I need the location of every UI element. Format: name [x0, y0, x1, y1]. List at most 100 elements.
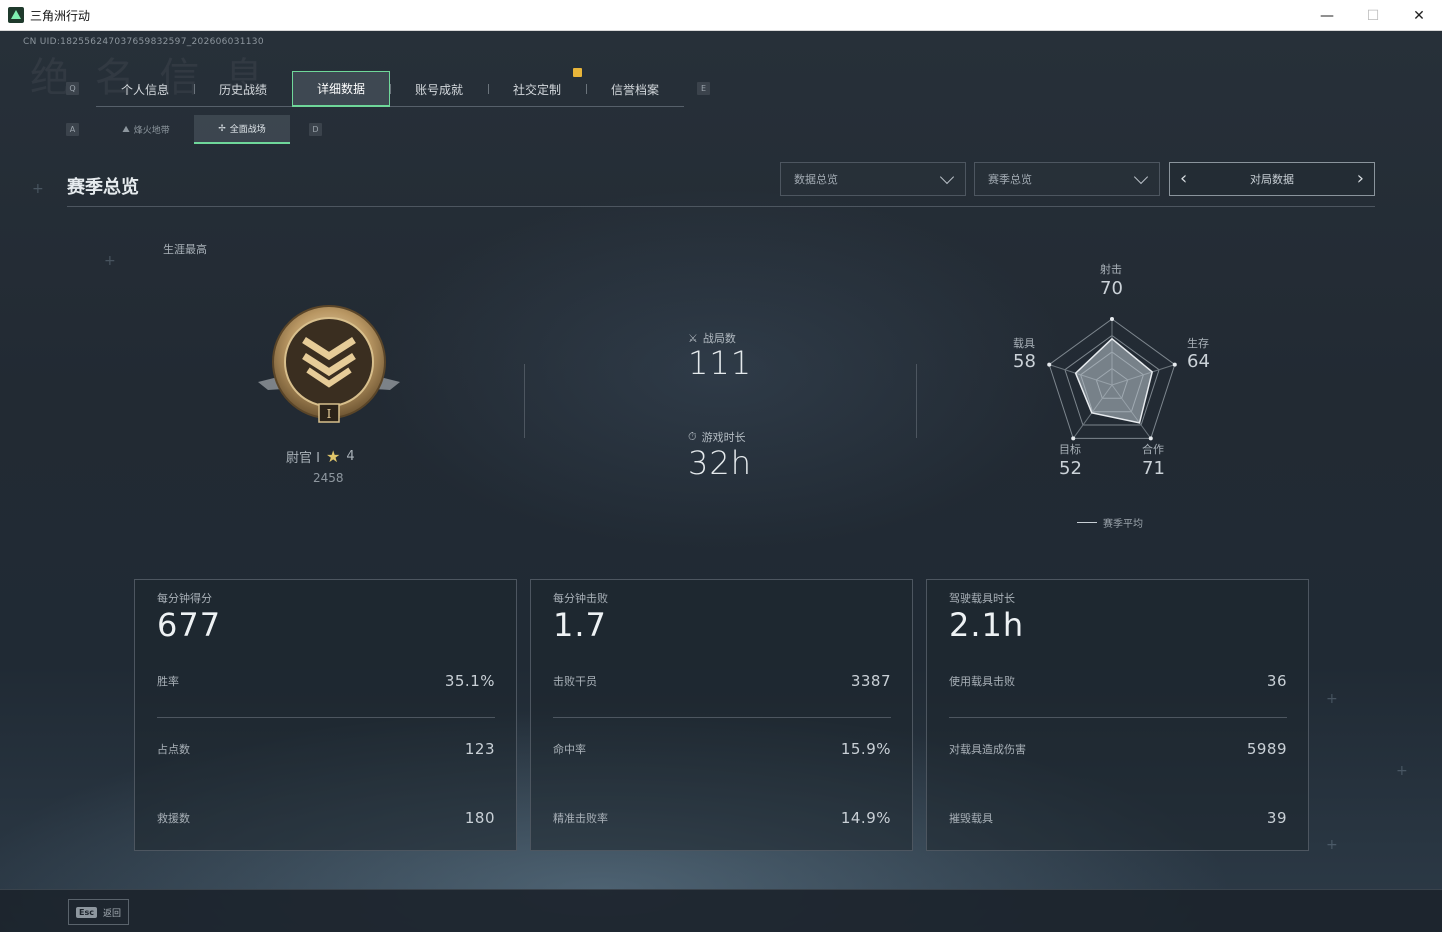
subtab-hazard-zone[interactable]: ⛰ 烽火地带: [98, 115, 194, 144]
chevron-down-icon: [939, 169, 955, 184]
radar-value-objective: 52: [1059, 458, 1082, 479]
radar-axis-dot: [1148, 436, 1153, 441]
kill-stats-card: 每分钟击败 1.7 击败干员 3387 命中率 15.9% 精准击败率 14.9%: [530, 579, 913, 851]
row-value: 3387: [850, 672, 891, 690]
radar-value-shooting: 70: [1100, 278, 1123, 299]
card-title: 每分钟击败: [553, 592, 608, 605]
crosshair-decoration: +: [104, 253, 116, 269]
row-label: 占点数: [157, 743, 190, 756]
legend-line: [1077, 522, 1097, 523]
card-title: 驾驶载具时长: [949, 592, 1015, 605]
card-row: 击败干员 3387: [553, 672, 891, 690]
matches-value: 111: [688, 344, 753, 382]
radar-label-objective: 目标: [1059, 443, 1081, 456]
season-overview-dropdown[interactable]: 赛季总览: [974, 162, 1160, 196]
arrow-left-icon[interactable]: ‹: [1180, 170, 1187, 188]
tab-achievements[interactable]: 账号成就: [390, 71, 488, 107]
row-label: 对载具造成伤害: [949, 743, 1026, 756]
vehicle-stats-card: 驾驶载具时长 2.1h 使用载具击败 36 对载具造成伤害 5989 摧毁载具 39: [926, 579, 1309, 851]
subtab-label: 烽火地带: [133, 126, 170, 136]
row-label: 命中率: [553, 743, 586, 756]
row-label: 救援数: [157, 812, 190, 825]
crosshair-decoration: +: [1396, 763, 1408, 779]
svg-text:I: I: [327, 407, 332, 421]
card-row: 胜率 35.1%: [157, 672, 495, 690]
row-value: 123: [464, 740, 495, 758]
card-divider: [949, 717, 1287, 718]
key-hint-q[interactable]: Q: [66, 82, 79, 95]
score-stats-card: 每分钟得分 677 胜率 35.1% 占点数 123 救援数 180: [134, 579, 517, 851]
row-value: 180: [464, 809, 495, 827]
crossed-swords-icon: ⚔: [688, 331, 698, 345]
row-label: 精准击败率: [553, 812, 608, 825]
stopwatch-icon: ⏱: [688, 430, 697, 443]
chevron-down-icon: [1133, 169, 1149, 184]
ability-radar-chart: [1047, 317, 1177, 441]
radar-axis-dot: [1047, 362, 1052, 367]
close-button[interactable]: ✕: [1396, 0, 1442, 31]
radar-axis-dot: [1071, 436, 1076, 441]
radar-value-teamwork: 71: [1142, 458, 1165, 479]
esc-key-icon: Esc: [76, 906, 97, 918]
warfare-icon: ✢: [218, 123, 226, 134]
radar-label-teamwork: 合作: [1142, 443, 1164, 456]
radar-label-survival: 生存: [1187, 337, 1209, 350]
radar-value-vehicle: 58: [1013, 351, 1036, 372]
tab-personal-info[interactable]: 个人信息: [96, 71, 194, 107]
card-row: 使用载具击败 36: [949, 672, 1287, 690]
card-row: 摧毁载具 39: [949, 809, 1287, 827]
notification-badge: [573, 68, 582, 77]
minimize-button[interactable]: —: [1304, 0, 1350, 31]
data-overview-dropdown[interactable]: 数据总览: [780, 162, 966, 196]
window-titlebar: 三角洲行动 — ☐ ✕: [0, 0, 1442, 31]
card-divider: [157, 717, 495, 718]
row-label: 击败干员: [553, 675, 597, 688]
tab-social[interactable]: 社交定制: [488, 71, 586, 107]
vertical-divider: [916, 364, 917, 438]
card-title: 每分钟得分: [157, 592, 212, 605]
radar-axis-dot: [1172, 362, 1177, 367]
tab-history[interactable]: 历史战绩: [194, 71, 292, 107]
radar-legend: 赛季平均: [1077, 515, 1143, 530]
arrow-right-icon[interactable]: ›: [1357, 170, 1364, 188]
bottom-bar: Esc 返回: [0, 889, 1442, 932]
rank-name-line: 尉官 I ★ 4: [286, 447, 355, 466]
triangle-app-icon: [8, 7, 24, 23]
row-value: 39: [1266, 809, 1287, 827]
window-title: 三角洲行动: [30, 8, 91, 23]
crosshair-decoration: +: [1326, 691, 1338, 707]
crosshair-decoration: +: [1326, 837, 1338, 853]
main-tab-bar: 个人信息 历史战绩 详细数据 账号成就 社交定制 信誉档案: [96, 71, 684, 107]
key-hint-e[interactable]: E: [697, 82, 710, 95]
playtime-label: 游戏时长: [701, 431, 746, 444]
star-icon: ★: [325, 447, 341, 466]
rank-score: 2458: [313, 471, 344, 485]
back-button[interactable]: Esc 返回: [68, 899, 129, 925]
dropdown-value: 赛季总览: [988, 173, 1032, 186]
card-row: 占点数 123: [157, 740, 495, 758]
header-divider: [67, 206, 1375, 207]
pager-label: 对局数据: [1250, 173, 1294, 186]
subtab-warfare[interactable]: ✢ 全面战场: [194, 115, 290, 144]
legend-label: 赛季平均: [1103, 519, 1143, 530]
key-hint-d[interactable]: D: [309, 123, 322, 136]
row-label: 使用载具击败: [949, 675, 1015, 688]
key-hint-a[interactable]: A: [66, 123, 79, 136]
career-best-label: 生涯最高: [163, 243, 207, 256]
match-data-pager: ‹ 对局数据 ›: [1169, 162, 1375, 196]
section-title: 赛季总览: [67, 177, 139, 198]
maximize-button[interactable]: ☐: [1350, 0, 1396, 31]
row-label: 摧毁载具: [949, 812, 993, 825]
row-value: 36: [1266, 672, 1287, 690]
uid-text: CN UID:18255624703765983259​7_2026060311…: [23, 37, 264, 47]
tab-detailed-data[interactable]: 详细数据: [292, 71, 390, 107]
row-value: 14.9%: [840, 809, 891, 827]
rank-stars: 4: [346, 449, 355, 464]
vertical-divider: [524, 364, 525, 438]
crosshair-decoration: +: [32, 181, 44, 197]
row-label: 胜率: [157, 675, 179, 688]
card-row: 精准击败率 14.9%: [553, 809, 891, 827]
rank-name: 尉官 I: [286, 451, 320, 466]
tab-reputation[interactable]: 信誉档案: [586, 71, 684, 107]
sub-tab-bar: ⛰ 烽火地带 ✢ 全面战场: [98, 115, 290, 144]
